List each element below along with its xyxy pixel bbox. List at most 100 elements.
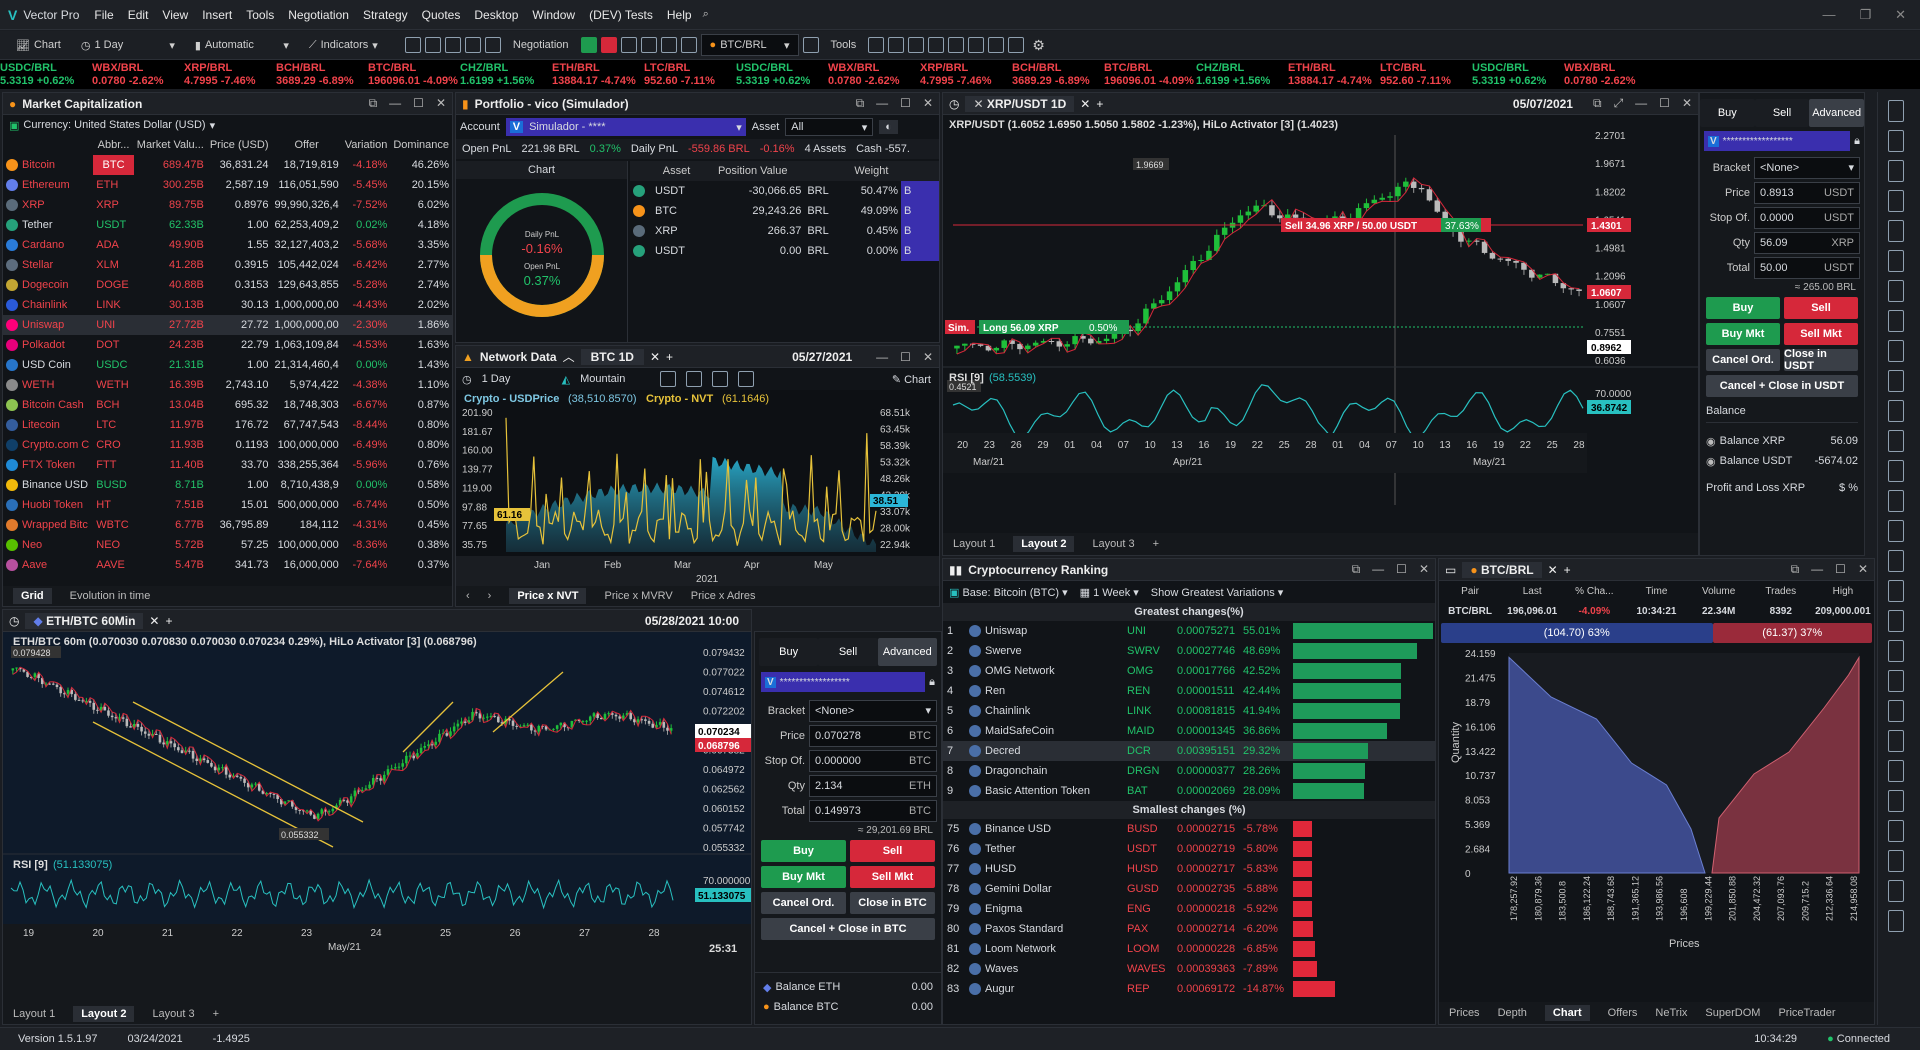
table-row[interactable]: WETH WETH 16.39B 2,743.10 5,974,422 -4.38% 1.1…: [3, 375, 452, 395]
ticker-item[interactable]: BTC/BRL 196096.01 -4.09%: [1104, 60, 1196, 88]
maximize-icon[interactable]: ☐: [900, 96, 911, 111]
sell-button[interactable]: Sell: [850, 840, 935, 862]
zoom-out-icon[interactable]: [424, 37, 441, 53]
ranking-row[interactable]: 83 Augur REP 0.00069172 -14.87%: [943, 979, 1435, 999]
sell-button[interactable]: Sell: [1784, 297, 1858, 319]
eth-candle-chart[interactable]: ETH/BTC 60m (0.070030 0.070830 0.070030 …: [3, 632, 752, 1006]
ranking-row[interactable]: 1 Uniswap UNI 0.00075271 55.01%: [943, 621, 1435, 641]
price-field[interactable]: 0.8913 USDT: [1754, 181, 1860, 204]
total-field[interactable]: 50.00 USDT: [1754, 256, 1860, 279]
zoom-in-icon[interactable]: [404, 37, 421, 53]
col-header[interactable]: Pair: [1439, 581, 1501, 601]
row-action-icon[interactable]: B: [904, 225, 911, 237]
circle-tool-icon[interactable]: [1888, 400, 1904, 422]
table-row[interactable]: XRP 266.37 BRL 0.45% B: [630, 221, 939, 241]
qty-field[interactable]: 2.134 ETH: [809, 774, 937, 797]
ranking-row[interactable]: 80 Paxos Standard PAX 0.00002714 -6.20%: [943, 919, 1435, 939]
col-header[interactable]: [3, 135, 93, 155]
ticker-item[interactable]: ETH/BRL 13884.17 -4.74%: [1288, 60, 1380, 88]
menu-item-2[interactable]: View: [155, 8, 195, 22]
tool-7-icon[interactable]: [988, 37, 1005, 53]
book-tab[interactable]: Offers: [1608, 1007, 1638, 1019]
grid-icon[interactable]: [484, 37, 501, 53]
tab-evolution[interactable]: Evolution in time: [70, 590, 151, 602]
clock-tool-icon[interactable]: [1888, 910, 1904, 932]
table-row[interactable]: FTX Token FTT 11.40B 33.70 338,255,364 -5.96%…: [3, 455, 452, 475]
col-header[interactable]: Time: [1625, 581, 1687, 601]
close-icon[interactable]: ✕: [1419, 562, 1429, 577]
mode-select[interactable]: ▮ Automatic ▾: [187, 34, 297, 56]
cancel-button[interactable]: Cancel Ord.: [761, 892, 846, 914]
dom-icon[interactable]: [680, 37, 697, 53]
tab-close-icon[interactable]: ✕: [1548, 563, 1558, 577]
buy-button[interactable]: Buy: [1706, 297, 1780, 319]
col-header[interactable]: Price (USD): [207, 135, 272, 155]
bracket-field[interactable]: <None> ▾: [809, 699, 937, 722]
col-header[interactable]: % Cha...: [1563, 581, 1625, 601]
rect-tool-icon[interactable]: [1888, 370, 1904, 392]
account-select[interactable]: V Simulador - **** ▾: [505, 118, 746, 136]
ticker-item[interactable]: BTC/BRL 196096.01 -4.09%: [368, 60, 460, 88]
sell-quick-icon[interactable]: [600, 37, 617, 53]
ranking-row[interactable]: 77 HUSD HUSD 0.00002717 -5.83%: [943, 859, 1435, 879]
menu-item-4[interactable]: Tools: [239, 8, 281, 22]
close-icon[interactable]: ✕: [1895, 7, 1906, 23]
period-select[interactable]: ▦ 1 Week ▾: [1080, 586, 1139, 599]
tab-sell[interactable]: Sell: [818, 638, 878, 666]
price-field[interactable]: 0.070278 BTC: [809, 724, 937, 747]
ticker-item[interactable]: BCH/BRL 3689.29 -6.89%: [276, 60, 368, 88]
indicators-button[interactable]: ⟋ Indicators ▾: [301, 34, 401, 56]
search-icon[interactable]: ⌕: [703, 8, 709, 21]
ranking-row[interactable]: 3 OMG Network OMG 0.00017766 42.52%: [943, 661, 1435, 681]
row-action-icon[interactable]: B: [904, 205, 911, 217]
period-select[interactable]: ◷ 1 Day ▾: [73, 34, 183, 56]
chart-link[interactable]: ✎ Chart: [892, 373, 931, 386]
table-row[interactable]: Neo NEO 5.72B 57.25 100,000,000 -8.36% 0.38%: [3, 535, 452, 555]
menu-item-7[interactable]: Quotes: [415, 8, 468, 22]
tab-close-icon[interactable]: ✕: [1080, 97, 1090, 111]
close-icon[interactable]: ✕: [923, 350, 933, 364]
sell-mkt-button[interactable]: Sell Mkt: [1784, 323, 1858, 345]
table-row[interactable]: Uniswap UNI 27.72B 27.72 1,000,000,00 -2.30% 1…: [3, 315, 452, 335]
add-tab-icon[interactable]: +: [165, 614, 172, 628]
zoom-tool-icon[interactable]: [1888, 670, 1904, 692]
table-row[interactable]: USDT 0.00 BRL 0.00% B: [630, 241, 939, 261]
base-select[interactable]: ▣ Base: Bitcoin (BTC) ▾: [949, 586, 1068, 599]
star-tool-icon[interactable]: [1888, 880, 1904, 902]
table-row[interactable]: Wrapped Bitc WBTC 6.77B 36,795.89 184,112 -4.…: [3, 515, 452, 535]
popout-icon[interactable]: ⧉: [1791, 562, 1800, 577]
tab-price-address[interactable]: Price x Adres: [691, 590, 756, 602]
add-tab-icon[interactable]: +: [1096, 97, 1103, 111]
lock-icon[interactable]: 🔒︎: [929, 676, 935, 689]
tab-buy[interactable]: Buy: [759, 638, 819, 666]
note-tool-icon[interactable]: [1888, 760, 1904, 782]
close-icon[interactable]: ✕: [1682, 96, 1692, 111]
ranking-row[interactable]: 8 Dragonchain DRGN 0.00000377 28.26%: [943, 761, 1435, 781]
add-tab-icon[interactable]: +: [666, 350, 673, 364]
magnet-tool-icon[interactable]: [1888, 520, 1904, 542]
table-row[interactable]: Huobi Token HT 7.51B 15.01 500,000,000 -6.74%…: [3, 495, 452, 515]
ticker-item[interactable]: WBX/BRL 0.0780 -2.62%: [92, 60, 184, 88]
table-row[interactable]: USD Coin USDC 21.31B 1.00 21,314,460,4 0.00% 1…: [3, 355, 452, 375]
scroll-right-icon[interactable]: ›: [488, 590, 492, 602]
line-tool-icon[interactable]: [1888, 190, 1904, 212]
book-icon[interactable]: [640, 37, 657, 53]
add-layout-icon[interactable]: +: [213, 1008, 219, 1020]
zoom-reset-icon[interactable]: [712, 371, 729, 387]
minimize-icon[interactable]: —: [1822, 7, 1835, 23]
minimize-icon[interactable]: —: [1635, 96, 1647, 111]
table-row[interactable]: BTC 29,243.26 BRL 49.09% B: [630, 201, 939, 221]
table-row[interactable]: Dogecoin DOGE 40.88B 0.3153 129,643,855 -5.28…: [3, 275, 452, 295]
minimize-icon[interactable]: —: [876, 96, 888, 111]
ticker-item[interactable]: USDC/BRL 5.3319 +0.62%: [1472, 60, 1564, 88]
maximize-icon[interactable]: ☐: [900, 350, 911, 364]
scroll-left-icon[interactable]: ‹: [466, 590, 470, 602]
network-style-select[interactable]: Mountain: [580, 373, 650, 385]
popout-icon[interactable]: ⧉: [1352, 562, 1361, 577]
gann-tool-icon[interactable]: [1888, 730, 1904, 752]
ranking-row[interactable]: 7 Decred DCR 0.00395151 29.32%: [943, 741, 1435, 761]
ticker-item[interactable]: CHZ/BRL 1.6199 +1.56%: [1196, 60, 1288, 88]
list-icon[interactable]: [620, 37, 637, 53]
cancel-close-button[interactable]: Cancel + Close in USDT: [1706, 375, 1858, 397]
table-row[interactable]: USDT -30,066.65 BRL 50.47% B: [630, 181, 939, 201]
